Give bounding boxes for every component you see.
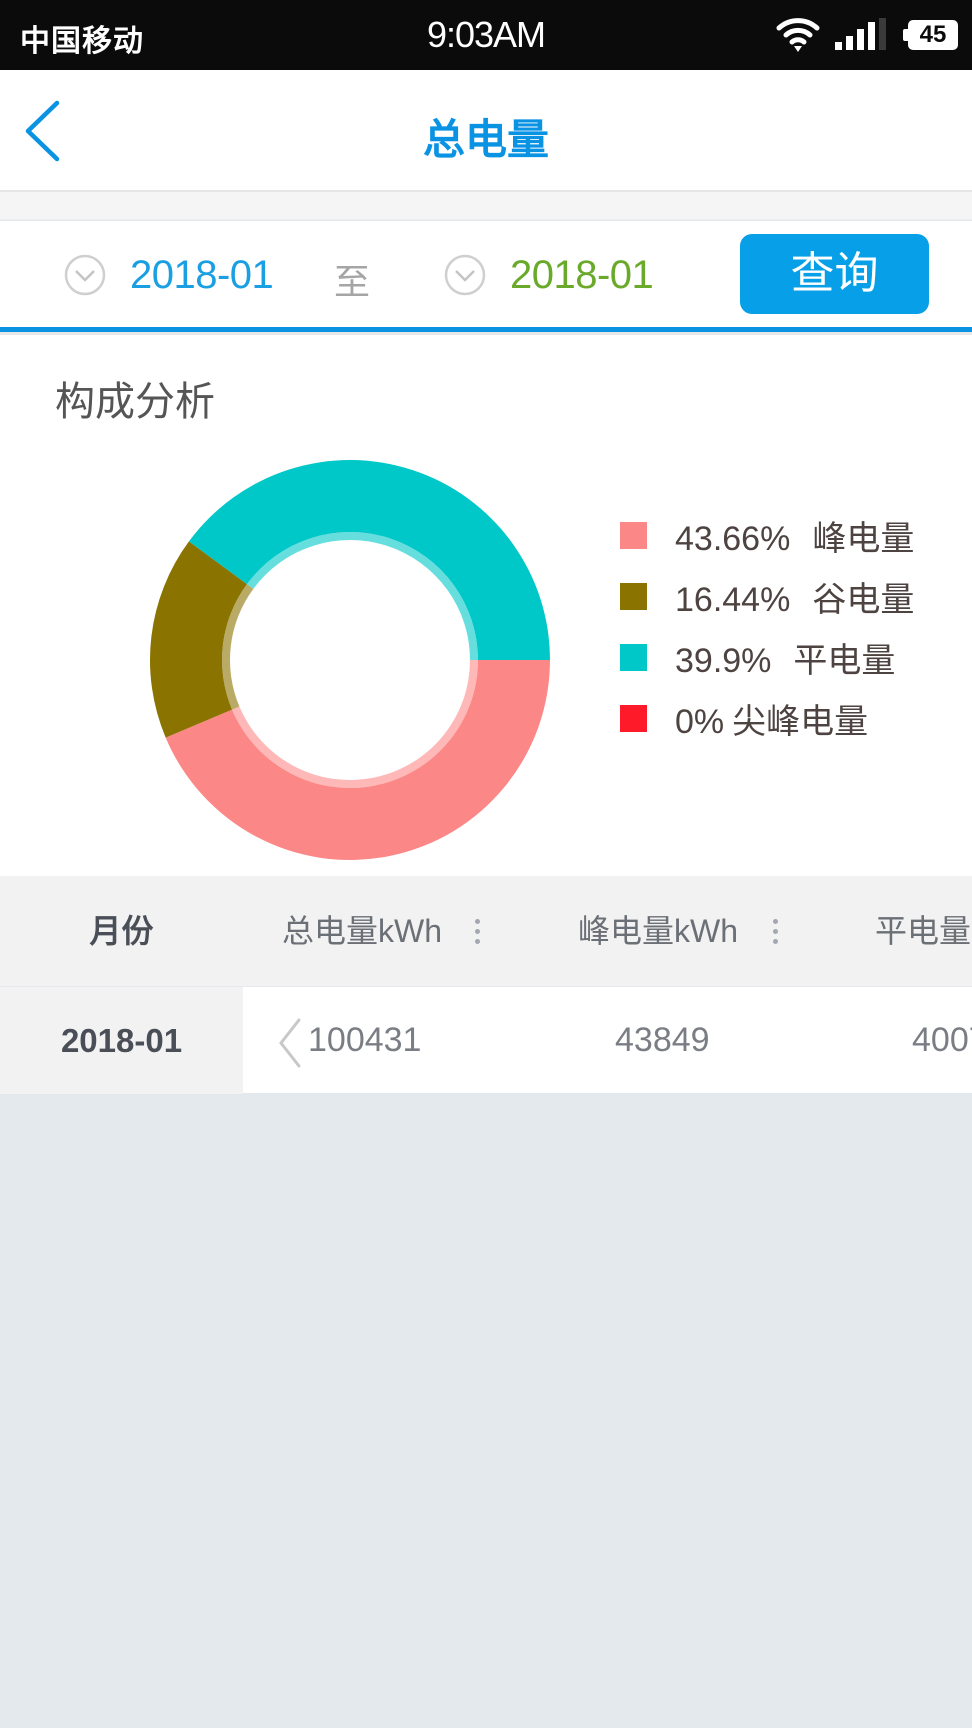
divider [0,192,972,220]
cell-peak: 43849 [615,1021,710,1059]
signal-bar [868,22,875,50]
legend-item[interactable]: 39.9% 平电量 [620,637,895,681]
nav-bar: 总电量 [0,70,972,192]
legend-name: 尖峰电量 [732,701,869,742]
circle-chevron-down-icon [64,254,106,296]
column-header-label: 峰电量 [578,912,675,950]
cell-flat: 40071 [912,1021,972,1059]
column-menu-icon[interactable] [773,919,779,945]
empty-content-area [0,1096,972,1728]
legend-swatch [620,643,647,671]
legend-item[interactable]: 0% 尖峰电量 [620,698,868,742]
column-header-label: 平电量 [875,912,972,950]
legend-label: 16.44% 谷电量 [675,572,914,621]
column-header-month: 月份 [0,876,243,986]
legend-name: 峰电量 [812,518,915,559]
column-header-flat[interactable]: 平电量kWh [875,876,972,986]
signal-bar [857,29,864,50]
status-time: 9:03AM [426,14,546,55]
column-header-label: 总电量 [282,912,379,950]
legend-label: 0% 尖峰电量 [675,694,868,743]
donut-chart [149,460,550,860]
legend-item[interactable]: 43.66% 峰电量 [620,515,914,559]
legend-name: 谷电量 [812,579,915,620]
cell-total: 100431 [308,1021,422,1059]
end-date-picker[interactable]: 2018-01 [444,247,654,303]
column-header-unit: kWh [378,913,443,949]
donut-slice-2[interactable] [188,460,550,660]
composition-section: 构成分析 43.66% 峰电量 16.44% 谷电量 39.9% 平电量 0% 尖峰电量 [0,335,972,876]
column-header-unit: kWh [674,913,739,949]
column-header-total[interactable]: 总电量kWh [282,876,442,986]
date-range-separator: 至 [334,262,371,303]
column-menu-icon[interactable] [475,919,481,945]
legend-label: 39.9% 平电量 [675,633,895,682]
page-title: 总电量 [422,115,549,164]
legend-swatch [620,582,647,610]
legend-name: 平电量 [793,640,896,681]
legend-percent: 43.66% [675,519,791,558]
signal-bar [835,42,842,50]
legend-label: 43.66% 峰电量 [675,511,914,560]
legend-item[interactable]: 16.44% 谷电量 [620,576,914,620]
start-date-value: 2018-01 [130,252,274,297]
legend-swatch [620,521,647,549]
column-header-label: 月份 [89,912,154,950]
battery-level: 45 [908,20,958,50]
legend-swatch [620,704,647,732]
table-row[interactable]: 2018-01 100431 43849 40071 [0,986,972,1095]
wifi-icon [776,18,820,52]
signal-bar [846,36,853,50]
signal-bar [879,18,886,50]
end-date-value: 2018-01 [510,252,654,297]
legend-percent: 39.9% [675,641,772,680]
chevron-left-icon[interactable] [277,1017,303,1069]
legend-percent: 16.44% [675,580,791,619]
table-header: 月份 总电量kWh 峰电量kWh 平电量kWh [0,876,972,986]
circle-chevron-down-icon [444,254,486,296]
battery-icon: 45 [903,20,958,50]
status-bar: 中国移动 9:03AM 45 [0,0,972,70]
query-button[interactable]: 查询 [740,234,929,314]
section-title: 构成分析 [55,379,215,425]
start-date-picker[interactable]: 2018-01 [64,247,274,303]
data-table: 月份 总电量kWh 峰电量kWh 平电量kWh 2018-01 100431 4… [0,876,972,1096]
cellular-signal-icon [835,18,886,50]
cell-month: 2018-01 [0,987,243,1094]
date-filter-bar: 2018-01 至 2018-01 查询 [0,221,972,327]
column-header-peak[interactable]: 峰电量kWh [578,876,738,986]
legend-percent: 0% [675,702,725,741]
